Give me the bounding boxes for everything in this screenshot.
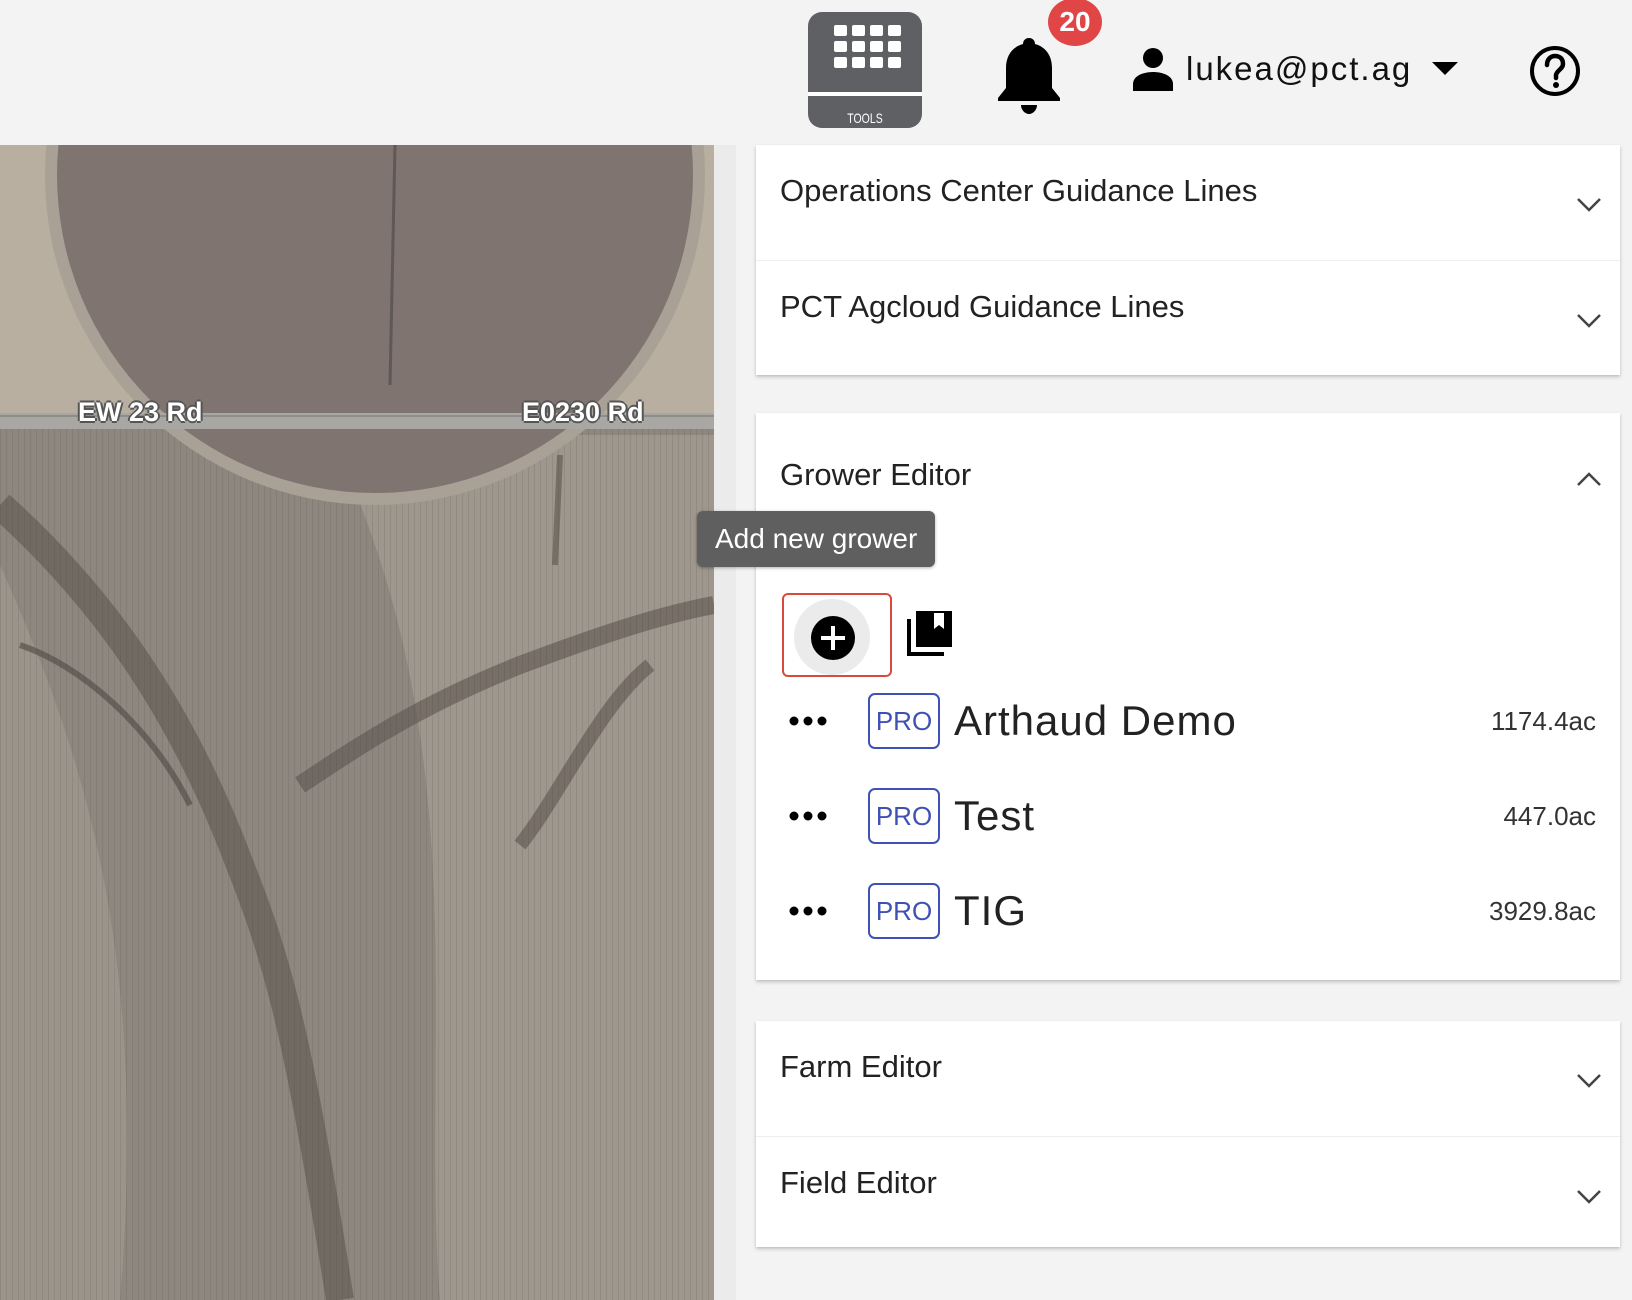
map-imagery xyxy=(0,145,714,1300)
pro-badge: PRO xyxy=(868,693,940,749)
grower-name[interactable]: Arthaud Demo xyxy=(954,697,1237,745)
road-label-east: E0230 Rd xyxy=(522,397,644,427)
grower-name[interactable]: Test xyxy=(954,792,1035,840)
pro-badge: PRO xyxy=(868,883,940,939)
bell-icon xyxy=(998,38,1060,114)
top-bar: TOOLS 20 lukea@pct.ag xyxy=(0,0,1632,145)
accordion-title: Field Editor xyxy=(780,1165,937,1200)
grower-acres: 1174.4ac xyxy=(1490,705,1596,736)
accordion-operations-center[interactable]: Operations Center Guidance Lines xyxy=(756,145,1620,260)
tools-button[interactable]: TOOLS xyxy=(808,12,922,128)
notification-count-badge: 20 xyxy=(1048,0,1102,46)
grower-row[interactable]: PRO Test 447.0ac xyxy=(756,770,1620,862)
satellite-map[interactable]: EW 23 Rd E0230 Rd xyxy=(0,145,714,1300)
more-options-icon[interactable] xyxy=(786,701,836,741)
library-icon xyxy=(907,611,952,656)
chevron-up-icon xyxy=(1577,472,1601,486)
grower-acres: 447.0ac xyxy=(1503,800,1596,831)
tools-label: TOOLS xyxy=(847,110,883,126)
accordion-title: PCT Agcloud Guidance Lines xyxy=(780,289,1185,324)
farm-field-card: Farm Editor Field Editor xyxy=(756,1021,1620,1247)
guidance-lines-card: Operations Center Guidance Lines PCT Agc… xyxy=(756,145,1620,375)
chevron-down-icon xyxy=(1577,198,1601,212)
grower-row[interactable]: PRO Arthaud Demo 1174.4ac xyxy=(756,675,1620,767)
add-grower-tooltip: Add new grower xyxy=(697,511,936,567)
more-options-icon[interactable] xyxy=(786,891,836,931)
grower-editor-card: Grower Editor PRO Arthaud Demo 1174.4ac … xyxy=(756,413,1620,980)
accordion-title: Operations Center Guidance Lines xyxy=(780,173,1258,208)
add-circle-icon xyxy=(811,616,855,660)
tools-divider xyxy=(808,92,922,96)
add-grower-button[interactable] xyxy=(782,593,892,677)
panel-gutter xyxy=(714,145,736,1300)
more-options-icon[interactable] xyxy=(786,796,836,836)
apps-grid-icon xyxy=(834,25,901,68)
chevron-down-icon xyxy=(1577,314,1601,328)
notifications-button[interactable] xyxy=(994,34,1064,114)
user-email: lukea@pct.ag xyxy=(1186,50,1413,87)
caret-down-icon xyxy=(1432,62,1459,75)
pro-badge: PRO xyxy=(868,788,940,844)
user-menu[interactable]: lukea@pct.ag xyxy=(1132,44,1459,94)
grower-acres: 3929.8ac xyxy=(1489,895,1596,926)
grower-name[interactable]: TIG xyxy=(954,887,1027,935)
accordion-title: Farm Editor xyxy=(780,1049,942,1084)
grower-row[interactable]: PRO TIG 3929.8ac xyxy=(756,865,1620,957)
person-icon xyxy=(1133,48,1173,91)
help-circle-icon xyxy=(1530,46,1580,96)
help-button[interactable] xyxy=(1528,44,1582,98)
accordion-pct-agcloud[interactable]: PCT Agcloud Guidance Lines xyxy=(756,260,1620,375)
chevron-down-icon xyxy=(1577,1074,1601,1088)
accordion-farm-editor[interactable]: Farm Editor xyxy=(756,1021,1620,1136)
chevron-down-icon xyxy=(1577,1190,1601,1204)
grower-editor-title: Grower Editor xyxy=(780,457,972,492)
accordion-field-editor[interactable]: Field Editor xyxy=(756,1136,1620,1251)
copy-grower-button[interactable] xyxy=(904,609,956,661)
road-label-west: EW 23 Rd xyxy=(78,397,203,427)
